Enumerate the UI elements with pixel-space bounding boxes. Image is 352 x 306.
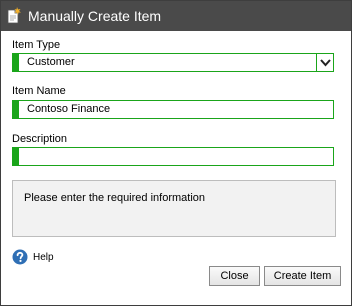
item-type-dropdown-button[interactable] xyxy=(316,54,333,71)
item-type-value: Customer xyxy=(27,56,75,68)
item-name-input[interactable]: Contoso Finance xyxy=(12,100,334,119)
chevron-down-icon xyxy=(319,54,331,72)
validation-message: Please enter the required information xyxy=(24,192,205,204)
dialog-title: Manually Create Item xyxy=(28,8,162,24)
required-indicator xyxy=(13,148,19,165)
description-label: Description xyxy=(12,133,68,145)
required-indicator xyxy=(13,101,19,118)
item-name-label: Item Name xyxy=(12,85,66,97)
item-type-select[interactable]: Customer xyxy=(12,53,334,72)
validation-message-box: Please enter the required information xyxy=(12,180,336,237)
required-indicator xyxy=(13,54,19,71)
new-item-icon xyxy=(6,7,22,25)
dialog-title-bar: Manually Create Item xyxy=(1,1,351,31)
item-name-value: Contoso Finance xyxy=(27,103,111,115)
question-mark-icon xyxy=(12,249,28,265)
create-item-button[interactable]: Create Item xyxy=(264,266,341,286)
item-type-label: Item Type xyxy=(12,39,61,51)
description-input[interactable] xyxy=(12,147,334,166)
help-label: Help xyxy=(33,251,54,263)
create-item-dialog: Manually Create Item Item Type Customer … xyxy=(0,0,352,306)
help-link[interactable]: Help xyxy=(12,249,54,265)
close-button[interactable]: Close xyxy=(209,266,260,286)
